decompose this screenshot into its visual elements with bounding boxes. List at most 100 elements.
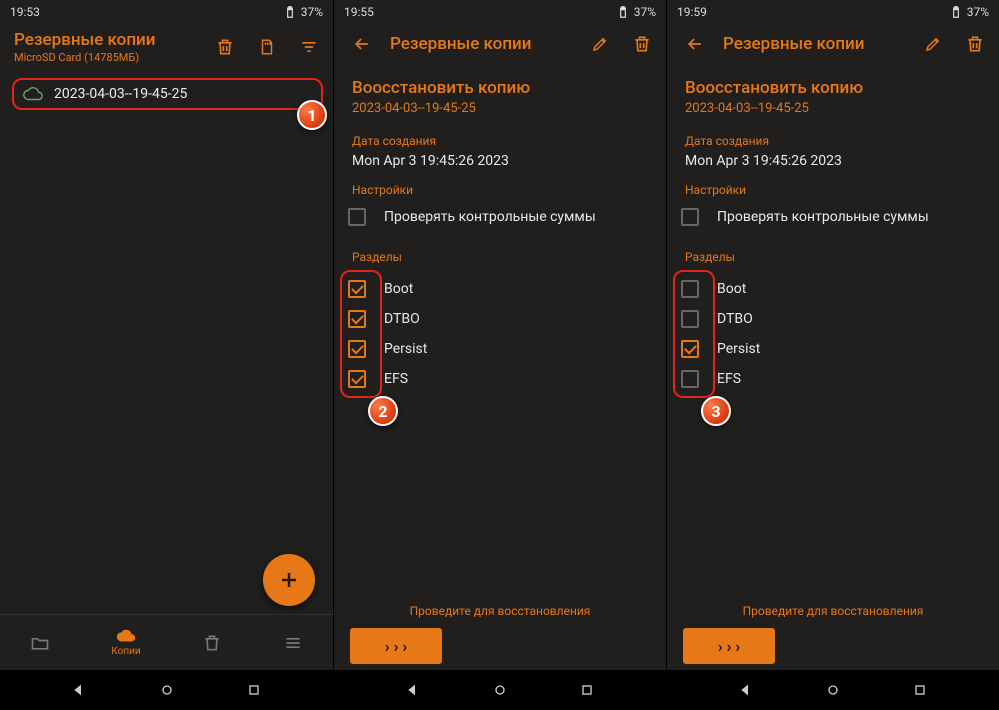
home-icon[interactable] — [492, 682, 508, 698]
backup-list-item[interactable]: 2023-04-03--19-45-25 1 — [12, 78, 323, 110]
back-icon[interactable] — [405, 682, 421, 698]
trash-icon — [965, 34, 985, 54]
home-icon[interactable] — [159, 682, 175, 698]
cloud-icon — [115, 628, 137, 644]
partition-checkbox[interactable] — [348, 280, 366, 298]
recent-icon[interactable] — [246, 682, 262, 698]
partition-row[interactable]: Persist — [681, 334, 981, 364]
partition-checkbox[interactable] — [348, 340, 366, 358]
settings-label: Настройки — [685, 183, 981, 197]
screen-backup-list: 19:53 37% Резервные копии MicroSD Card (… — [0, 0, 333, 710]
recent-icon[interactable] — [579, 682, 595, 698]
app-header: Резервные копии — [667, 24, 999, 64]
status-bar: 19:55 37% — [334, 0, 666, 24]
add-backup-fab[interactable] — [263, 554, 315, 606]
trash-icon — [215, 37, 235, 57]
partition-row[interactable]: Boot — [348, 274, 648, 304]
nav-files[interactable] — [30, 633, 50, 653]
restore-title: Воосстановить копию — [685, 78, 981, 98]
partition-checkbox[interactable] — [681, 280, 699, 298]
edit-button[interactable] — [919, 30, 947, 58]
nav-backups[interactable]: Копии — [111, 628, 140, 657]
back-button[interactable] — [681, 30, 709, 58]
home-icon[interactable] — [825, 682, 841, 698]
recent-icon[interactable] — [912, 682, 928, 698]
step-badge-1: 1 — [297, 100, 327, 130]
partition-row[interactable]: EFS — [681, 364, 981, 394]
pencil-icon — [591, 35, 609, 53]
pencil-icon — [924, 35, 942, 53]
status-bar: 19:59 37% — [667, 0, 999, 24]
created-label: Дата создания — [352, 134, 648, 148]
arrow-left-icon — [685, 34, 705, 54]
cloud-icon — [22, 86, 44, 102]
chevron-right-icon: › — [385, 637, 390, 656]
battery-icon — [949, 5, 963, 19]
status-battery: 37% — [301, 5, 323, 19]
edit-button[interactable] — [586, 30, 614, 58]
chevron-right-icon: › — [394, 637, 399, 656]
partition-label: Boot — [384, 281, 413, 297]
settings-label: Настройки — [352, 183, 648, 197]
nav-backups-label: Копии — [111, 646, 140, 657]
created-value: Mon Apr 3 19:45:26 2023 — [685, 153, 981, 169]
partition-label: EFS — [384, 371, 408, 387]
page-title: Резервные копии — [723, 34, 905, 54]
partition-list: 3 BootDTBOPersistEFS — [685, 274, 981, 394]
delete-button[interactable] — [211, 33, 239, 61]
nav-menu[interactable] — [283, 633, 303, 653]
swipe-area: Проведите для восстановления › › › — [334, 604, 666, 664]
verify-checksums-row[interactable]: Проверять контрольные суммы — [681, 202, 981, 232]
folder-icon — [30, 633, 50, 653]
created-label: Дата создания — [685, 134, 981, 148]
status-battery: 37% — [634, 5, 656, 19]
partition-checkbox[interactable] — [681, 310, 699, 328]
partition-checkbox[interactable] — [348, 370, 366, 388]
plus-icon — [277, 568, 301, 592]
back-button[interactable] — [348, 30, 376, 58]
verify-checkbox[interactable] — [681, 208, 699, 226]
verify-checksums-row[interactable]: Проверять контрольные суммы — [348, 202, 648, 232]
page-subtitle: MicroSD Card (14785МБ) — [14, 51, 197, 64]
android-navbar — [0, 670, 333, 710]
storage-button[interactable] — [253, 33, 281, 61]
partition-row[interactable]: Boot — [681, 274, 981, 304]
partition-label: Boot — [717, 281, 746, 297]
app-header: Резервные копии MicroSD Card (14785МБ) — [0, 24, 333, 70]
partition-checkbox[interactable] — [681, 340, 699, 358]
menu-icon — [283, 633, 303, 653]
restore-title: Воосстановить копию — [352, 78, 648, 98]
verify-label: Проверять контрольные суммы — [717, 209, 929, 225]
partition-checkbox[interactable] — [348, 310, 366, 328]
page-title: Резервные копии — [14, 30, 197, 50]
partition-row[interactable]: DTBO — [681, 304, 981, 334]
swipe-prompt: Проведите для восстановления — [350, 604, 650, 618]
swipe-restore-button[interactable]: › › › — [683, 628, 775, 664]
back-icon[interactable] — [738, 682, 754, 698]
step-badge-2: 2 — [368, 396, 398, 426]
android-navbar — [334, 670, 666, 710]
partition-label: DTBO — [384, 311, 420, 327]
partition-checkbox[interactable] — [681, 370, 699, 388]
partition-row[interactable]: Persist — [348, 334, 648, 364]
arrow-left-icon — [352, 34, 372, 54]
verify-label: Проверять контрольные суммы — [384, 209, 596, 225]
delete-button[interactable] — [628, 30, 656, 58]
swipe-restore-button[interactable]: › › › — [350, 628, 442, 664]
restore-backup-name: 2023-04-03--19-45-25 — [352, 101, 648, 116]
backup-item-label: 2023-04-03--19-45-25 — [54, 86, 187, 102]
back-icon[interactable] — [71, 682, 87, 698]
delete-button[interactable] — [961, 30, 989, 58]
partition-row[interactable]: EFS — [348, 364, 648, 394]
filter-button[interactable] — [295, 33, 323, 61]
partition-label: Persist — [717, 341, 760, 357]
trash-icon — [202, 633, 222, 653]
android-navbar — [667, 670, 999, 710]
page-title: Резервные копии — [390, 34, 572, 54]
chevron-right-icon: › — [727, 637, 732, 656]
nav-trash[interactable] — [202, 633, 222, 653]
verify-checkbox[interactable] — [348, 208, 366, 226]
partition-row[interactable]: DTBO — [348, 304, 648, 334]
chevron-right-icon: › — [735, 637, 740, 656]
trash-icon — [632, 34, 652, 54]
